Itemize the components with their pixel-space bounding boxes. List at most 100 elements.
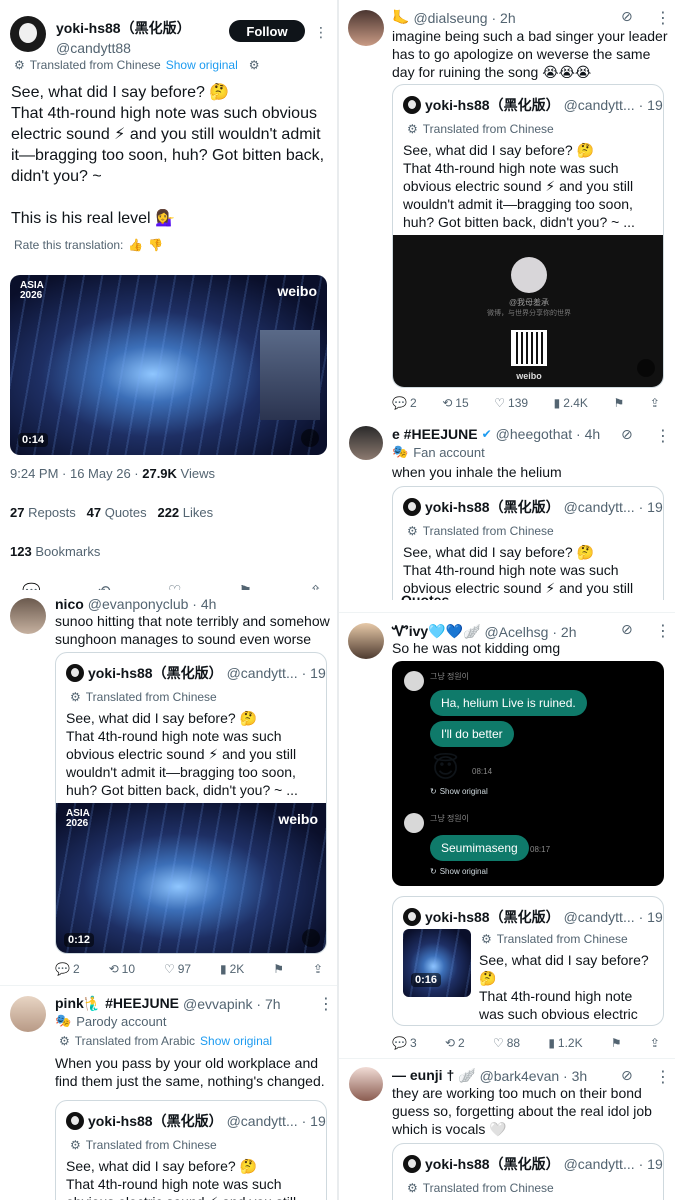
- bookmarks-label[interactable]: Bookmarks: [32, 544, 100, 559]
- heegothat-tweet[interactable]: e #HEEJUNE ✔ @heegothat · 4h ⊘ ⋮ 🎭 Fan a…: [339, 420, 675, 600]
- mute-icon[interactable]: [302, 929, 320, 947]
- dm-screenshot[interactable]: 그냥 정원이 Ha, helium Live is ruined. I'll d…: [392, 661, 664, 886]
- reply-button[interactable]: 💬 3: [392, 1036, 417, 1050]
- author-handle[interactable]: @candytt88: [56, 40, 226, 56]
- views-icon: ▮: [553, 396, 561, 410]
- repost-icon[interactable]: ⟲: [98, 582, 111, 590]
- reply-button[interactable]: 💬 2: [55, 962, 80, 976]
- avatar[interactable]: [10, 598, 46, 634]
- mute-icon[interactable]: [301, 429, 319, 447]
- avatar[interactable]: [348, 623, 384, 659]
- bookmarks-row: 123 Bookmarks: [10, 544, 100, 559]
- eunji-tweet[interactable]: — eunji † 🪽 @bark4evan · 3h ⊘ ⋮ they are…: [339, 1059, 675, 1200]
- views-count: 2K: [229, 962, 245, 976]
- quoted-tweet[interactable]: yoki-hs88（黑化版） @candytt... · 19h ⚙ Trans…: [392, 486, 664, 600]
- thumbs-up-icon[interactable]: 👍: [128, 238, 143, 252]
- acelhsg-tweet[interactable]: Ꮙivy🩵💙🪽 @Acelhsg · 2h ⊘ ⋮ So he was not …: [339, 613, 675, 1058]
- bookmarks-count[interactable]: 123: [10, 544, 32, 559]
- share-icon[interactable]: ⇪: [313, 962, 323, 976]
- bookmark-icon[interactable]: ⚑: [614, 396, 625, 410]
- thumbs-down-icon[interactable]: 👎: [148, 238, 163, 252]
- main-video[interactable]: ASIA 2026 weibo 0:14: [10, 275, 327, 455]
- author-name[interactable]: pink🧜‍♂️ #HEEJUNE: [55, 995, 179, 1012]
- like-button[interactable]: ♡ 97: [164, 962, 191, 976]
- author-name[interactable]: 🦶: [392, 9, 409, 26]
- reposts-label[interactable]: Reposts: [24, 505, 76, 520]
- likes-count[interactable]: 222: [157, 505, 179, 520]
- like-icon[interactable]: ♡: [168, 582, 181, 590]
- author-name[interactable]: yoki-hs88（黑化版）: [56, 18, 226, 38]
- share-icon[interactable]: ⇪: [309, 582, 322, 590]
- reply-button[interactable]: 💬 2: [392, 396, 417, 410]
- pink-tweet[interactable]: pink🧜‍♂️ #HEEJUNE @evvapink · 7h ⋮ 🎭 Par…: [0, 986, 337, 1200]
- show-original-link[interactable]: Show original: [200, 1034, 272, 1048]
- quoted-tweet[interactable]: yoki-hs88（黑化版） @candytt... · 19h ⚙ Trans…: [55, 1100, 327, 1200]
- repost-icon: ⟲: [442, 396, 453, 410]
- share-icon[interactable]: ⇪: [650, 396, 660, 410]
- avatar[interactable]: [348, 10, 384, 46]
- badge-label: Fan account: [413, 444, 485, 460]
- quotes-label[interactable]: Quotes: [101, 505, 147, 520]
- more-icon[interactable]: ⋮: [318, 994, 334, 1014]
- repost-button[interactable]: ⟲ 15: [442, 396, 468, 410]
- quotes-count[interactable]: 47: [87, 505, 101, 520]
- reposts-count[interactable]: 27: [10, 505, 24, 520]
- quoted-tweet[interactable]: yoki-hs88（黑化版） @candytt... · 19h 0:16 ⚙ …: [392, 896, 664, 1026]
- like-button[interactable]: ♡ 88: [493, 1036, 520, 1050]
- grok-icon[interactable]: ⊘: [621, 621, 633, 638]
- dialseung-tweet[interactable]: 🦶 @dialseung · 2h ⊘ ⋮ imagine being such…: [339, 0, 675, 420]
- likes-label[interactable]: Likes: [179, 505, 213, 520]
- like-button[interactable]: ♡ 139: [494, 396, 528, 410]
- author-handle[interactable]: @Acelhsg · 2h: [484, 624, 576, 640]
- author-name[interactable]: Ꮙivy🩵💙🪽: [392, 623, 480, 640]
- grok-icon[interactable]: ⊘: [621, 8, 633, 25]
- dm-show-original-1[interactable]: ↻ Show original: [430, 787, 488, 796]
- more-icon[interactable]: ⋮: [655, 8, 671, 28]
- author-handle[interactable]: @heegothat · 4h: [496, 426, 601, 442]
- author-name[interactable]: nico: [55, 596, 84, 612]
- views-button[interactable]: ▮ 1.2K: [548, 1036, 582, 1050]
- weibo-video[interactable]: @我母羞承 微博，与世界分享你的世界 weibo: [393, 235, 663, 387]
- views-button[interactable]: ▮ 2.4K: [554, 396, 588, 410]
- follow-button[interactable]: Follow: [229, 20, 305, 42]
- reply-icon[interactable]: 💬: [22, 582, 41, 590]
- bookmark-icon[interactable]: ⚑: [239, 582, 252, 590]
- nico-tweet[interactable]: nico @evanponyclub · 4h sunoo hitting th…: [0, 590, 337, 985]
- author-handle[interactable]: @dialseung · 2h: [413, 10, 515, 26]
- views-count: 1.2K: [557, 1036, 583, 1050]
- video-duration: 0:14: [18, 433, 49, 447]
- author-name[interactable]: — eunji † 🪽: [392, 1067, 476, 1084]
- quoted-video-thumb[interactable]: 0:16: [403, 929, 471, 997]
- share-icon[interactable]: ⇪: [650, 1036, 660, 1050]
- quoted-tweet[interactable]: yoki-hs88（黑化版） @candytt... · 19h ⚙ Trans…: [392, 1143, 664, 1200]
- more-icon[interactable]: ⋮: [314, 24, 328, 41]
- author-handle[interactable]: @evvapink · 7h: [183, 996, 280, 1012]
- stats-row: 27 Reposts 47 Quotes 222 Likes: [10, 505, 213, 520]
- views-button[interactable]: ▮ 2K: [220, 962, 244, 976]
- timestamp[interactable]: 9:24 PM · 16 May 26 ·: [10, 466, 142, 481]
- more-icon[interactable]: ⋮: [655, 621, 671, 641]
- avatar[interactable]: [349, 1067, 383, 1101]
- author-handle[interactable]: @evanponyclub · 4h: [88, 596, 217, 612]
- avatar[interactable]: [10, 996, 46, 1032]
- more-icon[interactable]: ⋮: [655, 426, 671, 446]
- settings-icon[interactable]: ⚙: [249, 58, 260, 72]
- grok-icon[interactable]: ⊘: [621, 1067, 633, 1084]
- views-icon: ▮: [220, 962, 227, 976]
- dm-show-original-2[interactable]: ↻ Show original: [430, 867, 488, 876]
- show-original-link[interactable]: Show original: [166, 58, 238, 72]
- bookmark-icon[interactable]: ⚑: [611, 1036, 622, 1050]
- quoted-tweet[interactable]: yoki-hs88（黑化版） @candytt... · 19h ⚙ Trans…: [392, 84, 664, 388]
- quoted-video[interactable]: ASIA 2026 weibo 0:12: [56, 803, 326, 953]
- repost-button[interactable]: ⟲ 10: [109, 962, 135, 976]
- mute-icon[interactable]: [637, 359, 655, 377]
- bookmark-icon[interactable]: ⚑: [273, 962, 284, 976]
- repost-button[interactable]: ⟲ 2: [445, 1036, 465, 1050]
- quoted-time: · 19h: [638, 499, 663, 515]
- quoted-tweet[interactable]: yoki-hs88（黑化版） @candytt... · 19h ⚙ Trans…: [55, 652, 327, 954]
- author-name[interactable]: e #HEEJUNE: [392, 426, 478, 442]
- avatar[interactable]: [349, 426, 383, 460]
- author-handle[interactable]: @bark4evan · 3h: [480, 1068, 588, 1084]
- avatar[interactable]: [10, 16, 46, 52]
- grok-icon[interactable]: ⊘: [621, 426, 633, 443]
